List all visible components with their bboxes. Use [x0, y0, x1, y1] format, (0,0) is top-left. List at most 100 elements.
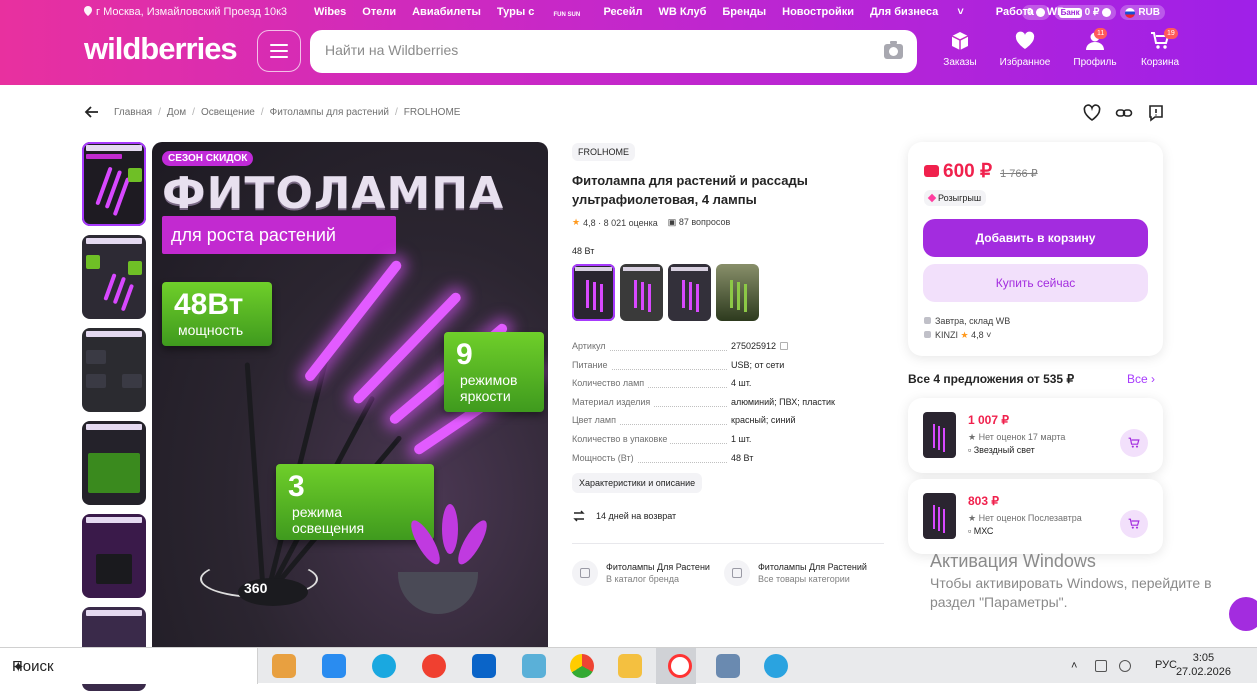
nav-new-buildings[interactable]: Новостройки — [782, 6, 854, 18]
nav-wibes[interactable]: Wibes — [314, 6, 346, 18]
offer-card[interactable]: 1 007 ₽ ★ Нет оценок 17 марта ▫ Звездный… — [908, 398, 1163, 473]
variant-lamp — [634, 280, 637, 308]
star-icon: ★ — [960, 330, 969, 340]
balance-pill[interactable]: 0 — [1022, 5, 1050, 20]
notes-app-icon[interactable] — [522, 654, 546, 678]
thumbnail[interactable] — [82, 421, 146, 505]
heart-icon[interactable] — [1083, 104, 1101, 122]
cart-badge: 19 — [1164, 28, 1178, 39]
nav-avia[interactable]: Авиабилеты — [412, 6, 481, 18]
russia-flag-icon — [1125, 7, 1136, 18]
crumb-brand[interactable]: FROLHOME — [404, 107, 461, 118]
nav-tours[interactable]: Туры с FUN SUN — [497, 6, 588, 18]
currency-pill[interactable]: RUB — [1120, 5, 1165, 20]
profile-button[interactable]: 11 Профиль — [1060, 28, 1130, 68]
cart-icon — [1128, 437, 1140, 448]
spec-value: USB; от сети — [731, 359, 785, 370]
seller-row[interactable]: KINZI ★ 4,8 ˅ — [924, 328, 1010, 342]
nav-business[interactable]: Для бизнеса ˅ — [870, 6, 980, 18]
yandex-browser-icon[interactable] — [668, 654, 692, 678]
crumb-house[interactable]: Дом — [167, 107, 186, 118]
category-link[interactable]: Фитолампы Для Растений Все товары категор… — [723, 560, 867, 587]
reviews-count[interactable]: 8 021 оценка — [604, 218, 658, 228]
brand-tag[interactable]: FROLHOME — [572, 143, 636, 161]
delivery-info: Завтра, склад WB KINZI ★ 4,8 ˅ — [924, 314, 1010, 342]
rating-value[interactable]: 4,8 — [583, 218, 596, 228]
crumb-home[interactable]: Главная — [114, 107, 152, 118]
spec-row: Количество в упаковке 1 шт. — [572, 433, 884, 453]
volume-icon[interactable] — [1119, 660, 1131, 672]
return-info: 14 дней на возврат — [572, 509, 884, 523]
crumb-lighting[interactable]: Освещение — [201, 107, 255, 118]
thumbnail[interactable] — [82, 514, 146, 598]
spec-key: Артикул — [572, 341, 731, 351]
link-icon[interactable] — [1115, 104, 1133, 122]
nav-brands[interactable]: Бренды — [722, 6, 766, 18]
language-indicator[interactable]: РУС — [1155, 659, 1177, 671]
variant[interactable] — [572, 264, 615, 321]
buy-now-button[interactable]: Купить сейчас — [923, 264, 1148, 302]
return-icon — [573, 510, 585, 522]
location[interactable]: г Москва, Измайловский Проезд 10к3 — [84, 6, 287, 18]
add-to-cart-button[interactable]: Добавить в корзину — [923, 219, 1148, 257]
nav-wb-club[interactable]: WB Клуб — [659, 6, 707, 18]
product-info: FROLHOME Фитолампа для растений и рассад… — [572, 142, 884, 587]
all-offers-link[interactable]: Все › — [1127, 372, 1155, 386]
favorites-button[interactable]: Избранное — [990, 31, 1060, 68]
nav-hotels[interactable]: Отели — [362, 6, 396, 18]
orders-button[interactable]: Заказы — [930, 31, 990, 68]
menu-button[interactable] — [257, 30, 301, 72]
nav-resale[interactable]: Ресейл — [603, 6, 642, 18]
back-arrow-icon[interactable] — [84, 104, 100, 120]
giveaway-badge[interactable]: Розыгрыш — [924, 190, 987, 206]
app-icon[interactable] — [716, 654, 740, 678]
yandex-icon[interactable] — [422, 654, 446, 678]
camera-icon[interactable] — [884, 41, 903, 59]
report-icon[interactable] — [1147, 104, 1165, 122]
thumbnail[interactable] — [82, 235, 146, 319]
add-offer-to-cart-button[interactable] — [1120, 510, 1148, 538]
add-offer-to-cart-button[interactable] — [1120, 429, 1148, 457]
cart-button[interactable]: 19 Корзина — [1130, 28, 1190, 68]
offer-card[interactable]: 803 ₽ ★ Нет оценок Послезавтра ▫ МХС — [908, 479, 1163, 554]
brand-catalog-link[interactable]: Фитолампы Для Растени В каталог бренда — [572, 560, 710, 587]
taskbar-search[interactable]: Поиск ✦ — [0, 648, 258, 684]
thumbnail[interactable] — [82, 142, 146, 226]
network-icon[interactable] — [1095, 660, 1107, 672]
variant-label: 48 Вт — [572, 246, 595, 256]
chrome-icon[interactable] — [570, 654, 594, 678]
search-input[interactable] — [325, 42, 865, 58]
wildberries-logo[interactable]: wildberries — [84, 31, 238, 67]
store-icon — [924, 331, 931, 338]
top-row: г Москва, Измайловский Проезд 10к3 Wibes… — [0, 5, 1257, 21]
variant[interactable] — [716, 264, 759, 321]
edge-icon[interactable] — [372, 654, 396, 678]
power-badge: 48Вт мощность — [162, 282, 272, 346]
spec-value: 275025912 — [731, 341, 789, 351]
crumb-sep: / — [192, 106, 195, 118]
variant[interactable] — [668, 264, 711, 321]
store-app-icon[interactable] — [322, 654, 346, 678]
chevron-up-icon[interactable]: ˄ — [1071, 660, 1083, 672]
warehouse-icon — [924, 317, 931, 324]
clock[interactable]: 3:05 27.02.2026 — [1176, 651, 1231, 679]
bank-pill[interactable]: Банк 0 ₽ — [1053, 5, 1117, 20]
outlook-icon[interactable] — [472, 654, 496, 678]
cart-icon — [1128, 518, 1140, 529]
windows-activation-watermark: Активация Windows Чтобы активировать Win… — [930, 551, 1212, 610]
questions-link[interactable]: ▣ 87 вопросов — [668, 217, 730, 228]
thumb-remote — [96, 554, 132, 584]
specs-button[interactable]: Характеристики и описание — [572, 473, 703, 494]
crumb-phytolamps[interactable]: Фитолампы для растений — [270, 107, 389, 118]
buy-box: 600 ₽ 1 766 ₽ Розыгрыш Добавить в корзину… — [908, 142, 1163, 356]
copy-icon[interactable] — [780, 342, 789, 350]
thumbnail[interactable] — [82, 328, 146, 412]
offer-price: 803 ₽ — [968, 494, 999, 508]
main-product-image[interactable]: СЕЗОН СКИДОК ФИТОЛАМПА для роста растени… — [152, 142, 548, 652]
variant[interactable] — [620, 264, 663, 321]
media-app-icon[interactable] — [272, 654, 296, 678]
telegram-icon[interactable] — [764, 654, 788, 678]
folder-icon[interactable] — [618, 654, 642, 678]
support-chat-button[interactable] — [1229, 597, 1257, 631]
coin-icon — [1102, 8, 1112, 17]
